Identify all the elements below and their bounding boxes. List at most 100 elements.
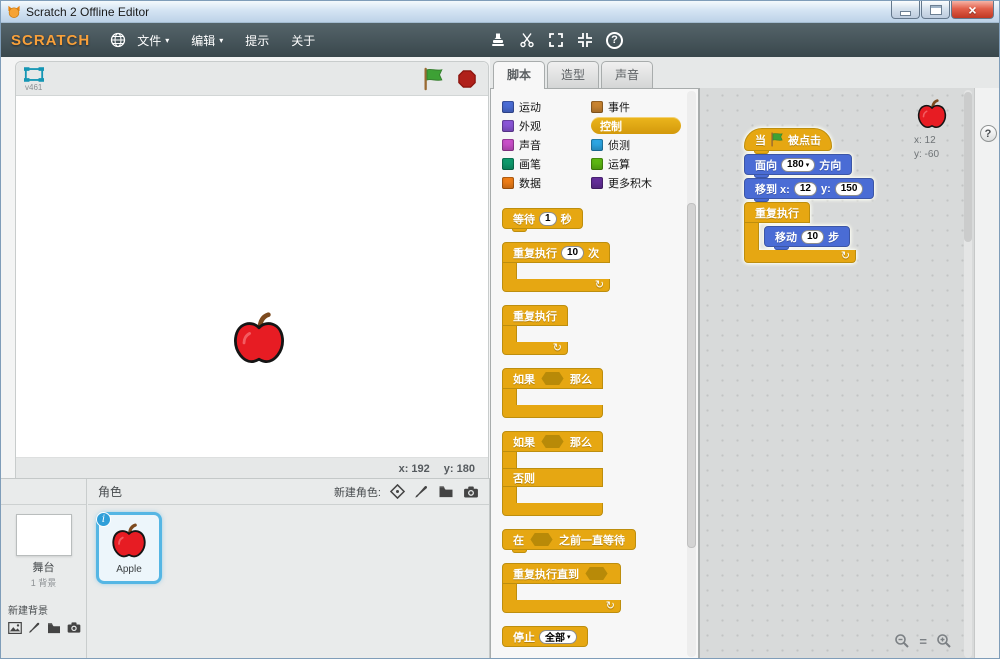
paint-sprite-icon[interactable]	[414, 484, 429, 499]
palette-scrollbar-thumb[interactable]	[687, 203, 696, 548]
maximize-button[interactable]	[921, 1, 950, 19]
paint-backdrop-icon[interactable]	[28, 621, 41, 634]
minimize-button[interactable]	[891, 1, 920, 19]
palette-block-wait[interactable]: 等待 1 秒	[502, 208, 583, 232]
menu-edit[interactable]: 编辑 ▾	[180, 32, 234, 49]
maximize-icon	[929, 4, 942, 15]
category-motion[interactable]: 运动	[502, 99, 591, 115]
palette-blocks: 等待 1 秒 重复执行 10 次 ↻ 重复执行 ↻ 如果 那么 如果 那么 否则…	[491, 192, 698, 647]
category-more-blocks[interactable]: 更多积木	[591, 175, 698, 191]
repeat-count-input[interactable]: 10	[561, 245, 585, 260]
menu-tips[interactable]: 提示	[234, 32, 280, 49]
script-block-move-steps[interactable]: 移动 10 步	[764, 226, 851, 250]
menu-about-label: 关于	[291, 33, 316, 48]
backdrop-count-label: 1 背景	[30, 578, 57, 588]
upload-sprite-icon[interactable]	[438, 485, 454, 498]
palette-block-if-else[interactable]: 如果 那么 否则	[502, 431, 603, 516]
sprite-info-icon[interactable]: i	[96, 512, 111, 527]
sprite-list-header: 角色 新建角色:	[88, 479, 489, 505]
close-button[interactable]: ×	[951, 1, 994, 19]
wait-secs-input[interactable]: 1	[539, 211, 557, 226]
stop-option-dropdown[interactable]: 全部 ▾	[539, 629, 577, 644]
script-scrollbar-thumb[interactable]	[964, 92, 972, 242]
category-looks[interactable]: 外观	[502, 118, 591, 134]
motion-color-swatch	[502, 100, 514, 113]
category-operators[interactable]: 运算	[591, 156, 698, 172]
mouse-x-readout: x: 192	[398, 462, 430, 475]
camera-backdrop-icon[interactable]	[67, 622, 81, 633]
window-controls: ×	[890, 1, 994, 19]
stage-footer: x: 192 y: 180	[16, 457, 488, 479]
zoom-reset-button[interactable]: =	[919, 634, 927, 649]
zoom-out-button[interactable]	[894, 633, 910, 649]
palette-block-forever[interactable]: 重复执行 ↻	[502, 305, 568, 355]
grow-sprite-icon[interactable]	[548, 32, 564, 48]
camera-sprite-icon[interactable]	[463, 485, 479, 498]
script-block-goto-xy[interactable]: 移到 x: 12 y: 150	[744, 178, 875, 202]
block-help-icon[interactable]: ?	[606, 31, 623, 49]
stage-thumbnail[interactable]	[15, 514, 72, 556]
help-button[interactable]: ?	[979, 125, 997, 142]
delete-scissors-icon[interactable]	[519, 32, 535, 48]
menu-bar: SCRATCH 文件 ▾ 编辑 ▾ 提示 关于 ?	[1, 23, 999, 57]
fullscreen-icon[interactable]	[24, 67, 44, 82]
category-sensing[interactable]: 侦测	[591, 137, 698, 153]
duplicate-stamp-icon[interactable]	[490, 32, 506, 48]
operators-color-swatch	[591, 157, 603, 170]
menu-tips-label: 提示	[245, 33, 270, 48]
script-block-point-direction[interactable]: 面向 180 ▾ 方向	[744, 154, 853, 178]
category-events[interactable]: 事件	[591, 99, 698, 115]
menu-file-label: 文件	[137, 33, 162, 48]
tab-scripts[interactable]: 脚本	[493, 61, 546, 89]
more-blocks-color-swatch	[591, 176, 603, 189]
category-data[interactable]: 数据	[502, 175, 591, 191]
backdrop-library-icon[interactable]	[8, 621, 22, 634]
palette-scrollbar[interactable]	[687, 91, 696, 657]
loop-arrow-icon: ↻	[552, 341, 562, 354]
chevron-down-icon: ▾	[165, 35, 170, 45]
tab-costumes[interactable]: 造型	[547, 61, 600, 88]
apple-sprite-on-stage[interactable]	[228, 310, 290, 370]
palette-block-stop[interactable]: 停止 全部 ▾	[502, 626, 588, 647]
menu-about[interactable]: 关于	[280, 32, 326, 49]
palette-block-wait-until[interactable]: 在 之前一直等待	[502, 529, 636, 553]
category-pen[interactable]: 画笔	[502, 156, 591, 172]
move-steps-input[interactable]: 10	[801, 229, 825, 244]
goto-y-input[interactable]: 150	[834, 181, 864, 196]
pen-color-swatch	[502, 157, 514, 170]
script-scrollbar[interactable]	[964, 90, 972, 658]
upload-backdrop-icon[interactable]	[47, 622, 61, 634]
menu-file[interactable]: 文件 ▾	[126, 32, 180, 49]
zoom-in-button[interactable]	[936, 633, 952, 649]
events-color-swatch	[591, 100, 603, 113]
dropdown-caret-icon: ▾	[805, 161, 810, 169]
script-block-forever[interactable]: 重复执行 移动 10 步 ↻	[744, 202, 857, 263]
palette-block-repeat[interactable]: 重复执行 10 次 ↻	[502, 242, 611, 292]
boolean-slot[interactable]	[541, 435, 564, 448]
app-window: Scratch 2 Offline Editor × SCRATCH 文件 ▾ 编…	[0, 0, 1000, 659]
shrink-sprite-icon[interactable]	[577, 32, 593, 48]
sprite-thumbnail-apple[interactable]: i Apple	[96, 512, 162, 584]
stop-icon[interactable]	[458, 70, 476, 88]
green-flag-icon[interactable]	[422, 67, 445, 91]
sprite-library-icon[interactable]	[390, 484, 405, 499]
stage-selector-header	[1, 479, 86, 505]
goto-x-input[interactable]: 12	[793, 181, 817, 196]
language-globe-icon[interactable]	[110, 32, 126, 48]
direction-dropdown[interactable]: 180 ▾	[781, 157, 816, 172]
new-sprite-label: 新建角色:	[333, 486, 381, 499]
script-block-when-flag-clicked[interactable]: 当 被点击	[744, 128, 832, 154]
palette-box: 运动 外观 声音 画笔 数据 事件 控制 侦测 运算 更多积木 等待 1 秒 重…	[490, 88, 699, 658]
palette-block-repeat-until[interactable]: 重复执行直到 ↻	[502, 563, 621, 613]
category-control[interactable]: 控制	[591, 117, 681, 134]
title-bar: Scratch 2 Offline Editor ×	[1, 1, 999, 23]
dropdown-caret-icon: ▾	[567, 633, 571, 641]
boolean-slot[interactable]	[541, 372, 564, 385]
palette-block-if[interactable]: 如果 那么	[502, 368, 603, 418]
boolean-slot[interactable]	[585, 567, 608, 580]
boolean-slot[interactable]	[530, 533, 553, 546]
tab-sounds[interactable]: 声音	[601, 61, 654, 88]
category-sound[interactable]: 声音	[502, 137, 591, 153]
menu-edit-label: 编辑	[191, 33, 216, 48]
mouse-y-readout: y: 180	[443, 462, 475, 475]
